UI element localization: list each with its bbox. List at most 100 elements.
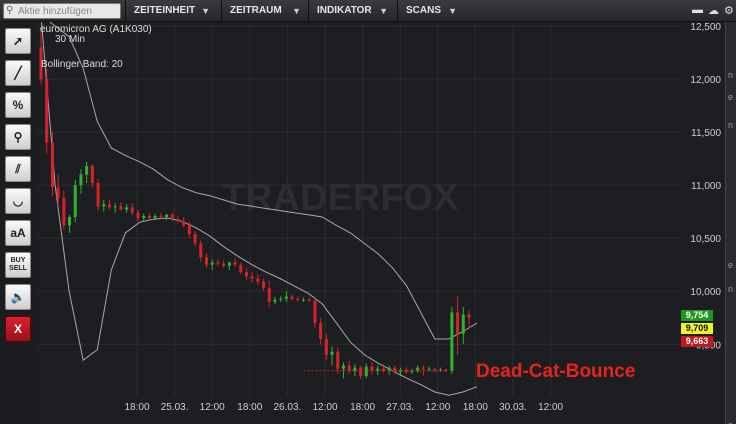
candle-up — [341, 365, 345, 369]
line-icon: ╱ — [14, 66, 22, 80]
arc-icon: ◡ — [12, 194, 24, 208]
candle-up — [427, 368, 431, 370]
menu-indikator[interactable]: INDIKATOR ▼ — [308, 0, 394, 22]
x-tick-label: 12:00 — [425, 402, 450, 413]
dropdown-arrow-icon: ▼ — [379, 6, 388, 16]
x-tick-label: 27.03. — [386, 402, 414, 413]
interval-label: 30 Min — [55, 34, 85, 45]
candle-up — [461, 314, 465, 334]
candle-down — [199, 243, 203, 258]
percent-tool-button[interactable]: % — [5, 92, 31, 118]
candle-up — [125, 207, 129, 210]
y-tick-label: 11,000 — [691, 181, 721, 192]
candle-down — [187, 225, 191, 234]
candle-down — [433, 368, 437, 370]
y-tick-label: 12,500 — [690, 22, 721, 33]
candle-down — [370, 366, 374, 371]
panel-glyph: e — [728, 92, 734, 102]
menu-label: ZEITRAUM — [230, 5, 282, 16]
candle-down — [204, 257, 208, 265]
search-icon: ⚲ — [6, 5, 14, 16]
candle-up — [330, 351, 334, 355]
price-tag-last: 9,754 — [681, 310, 713, 321]
candle-down — [147, 215, 151, 219]
candle-down — [216, 262, 220, 264]
candle-down — [239, 264, 243, 273]
search-input[interactable] — [18, 4, 120, 18]
panel-glyph: n — [728, 120, 734, 130]
candle-down — [130, 207, 134, 213]
price-tag-mid: 9,709 — [681, 323, 713, 334]
parallel-lines-icon: ⫽ — [15, 162, 21, 176]
buy-label: BUY — [10, 257, 26, 264]
candle-down — [456, 312, 460, 334]
delete-tool-button[interactable]: X — [5, 316, 31, 342]
panel-glyph: n — [728, 284, 734, 294]
candle-down — [119, 206, 123, 210]
x-tick-label: 25.03. — [161, 402, 189, 413]
buy-sell-tool-button[interactable]: BUY SELL — [5, 252, 31, 278]
candle-down — [45, 79, 49, 143]
arc-tool-button[interactable]: ◡ — [5, 188, 31, 214]
x-tick-label: 18:00 — [463, 402, 488, 413]
candle-down — [244, 272, 248, 277]
candle-down — [336, 351, 340, 369]
menu-zeiteinheit[interactable]: ZEITEINHEIT ▼ — [125, 0, 216, 22]
dead-cat-bounce-annotation: Dead-Cat-Bounce — [476, 361, 636, 382]
panel-glyph: c — [728, 420, 733, 424]
candle-down — [50, 142, 54, 188]
sell-label: SELL — [9, 265, 27, 272]
menu-zeitraum[interactable]: ZEITRAUM ▼ — [221, 0, 307, 22]
settings-icon[interactable]: ⚙ — [724, 4, 734, 17]
candle-up — [284, 296, 288, 299]
text-tool-button[interactable]: aA — [5, 220, 31, 246]
menu-scans[interactable]: SCANS ▼ — [397, 0, 463, 22]
folder-icon[interactable]: ▬ — [692, 4, 703, 16]
cloud-upload-icon[interactable]: ☁ — [708, 4, 719, 17]
candle-up — [68, 216, 72, 226]
y-tick-label: 11,500 — [691, 128, 721, 139]
indicator-label: Bollinger Band: 20 — [41, 59, 123, 70]
candle-up — [302, 299, 306, 301]
text-icon: aA — [10, 226, 26, 240]
x-tick-label: 30.03. — [499, 402, 527, 413]
candle-down — [313, 300, 317, 324]
percent-icon: % — [12, 98, 24, 112]
drawing-toolbar: ➚ ╱ % ⚲ ⫽ ◡ aA BUY SELL 🔈 X — [0, 22, 37, 424]
search-box[interactable]: ⚲ — [3, 3, 121, 19]
candle-down — [193, 233, 197, 244]
x-tick-label: 18:00 — [237, 402, 262, 413]
candle-down — [324, 338, 328, 355]
candle-up — [450, 312, 454, 371]
dropdown-arrow-icon: ▼ — [448, 6, 457, 16]
x-tick-label: 12:00 — [538, 402, 563, 413]
dropdown-arrow-icon: ▼ — [292, 6, 301, 16]
candle-down — [290, 296, 294, 299]
candle-up — [273, 299, 277, 302]
sound-tool-button[interactable]: 🔈 — [5, 284, 31, 310]
y-tick-label: 12,000 — [690, 75, 721, 86]
candle-down — [170, 214, 174, 220]
candle-down — [359, 367, 363, 377]
candle-down — [250, 276, 254, 279]
dropdown-arrow-icon: ▼ — [201, 6, 210, 16]
menu-label: INDIKATOR — [317, 5, 372, 16]
x-tick-label: 12:00 — [200, 402, 225, 413]
cursor-tool-button[interactable]: ➚ — [5, 28, 31, 54]
candle-down — [307, 299, 311, 301]
x-tick-label: 26.03. — [273, 402, 301, 413]
parallel-lines-tool-button[interactable]: ⫽ — [5, 156, 31, 182]
zoom-tool-button[interactable]: ⚲ — [5, 124, 31, 150]
candle-down — [296, 298, 300, 300]
candle-up — [210, 262, 214, 265]
candle-up — [153, 215, 157, 219]
candle-down — [107, 204, 111, 208]
candle-down — [267, 288, 271, 302]
line-tool-button[interactable]: ╱ — [5, 60, 31, 86]
candle-down — [96, 183, 100, 207]
price-tag-low: 9,663 — [681, 336, 713, 347]
panel-glyph: e — [728, 260, 734, 270]
candle-down — [90, 166, 94, 184]
speaker-icon: 🔈 — [10, 290, 26, 304]
candle-up — [102, 204, 106, 207]
